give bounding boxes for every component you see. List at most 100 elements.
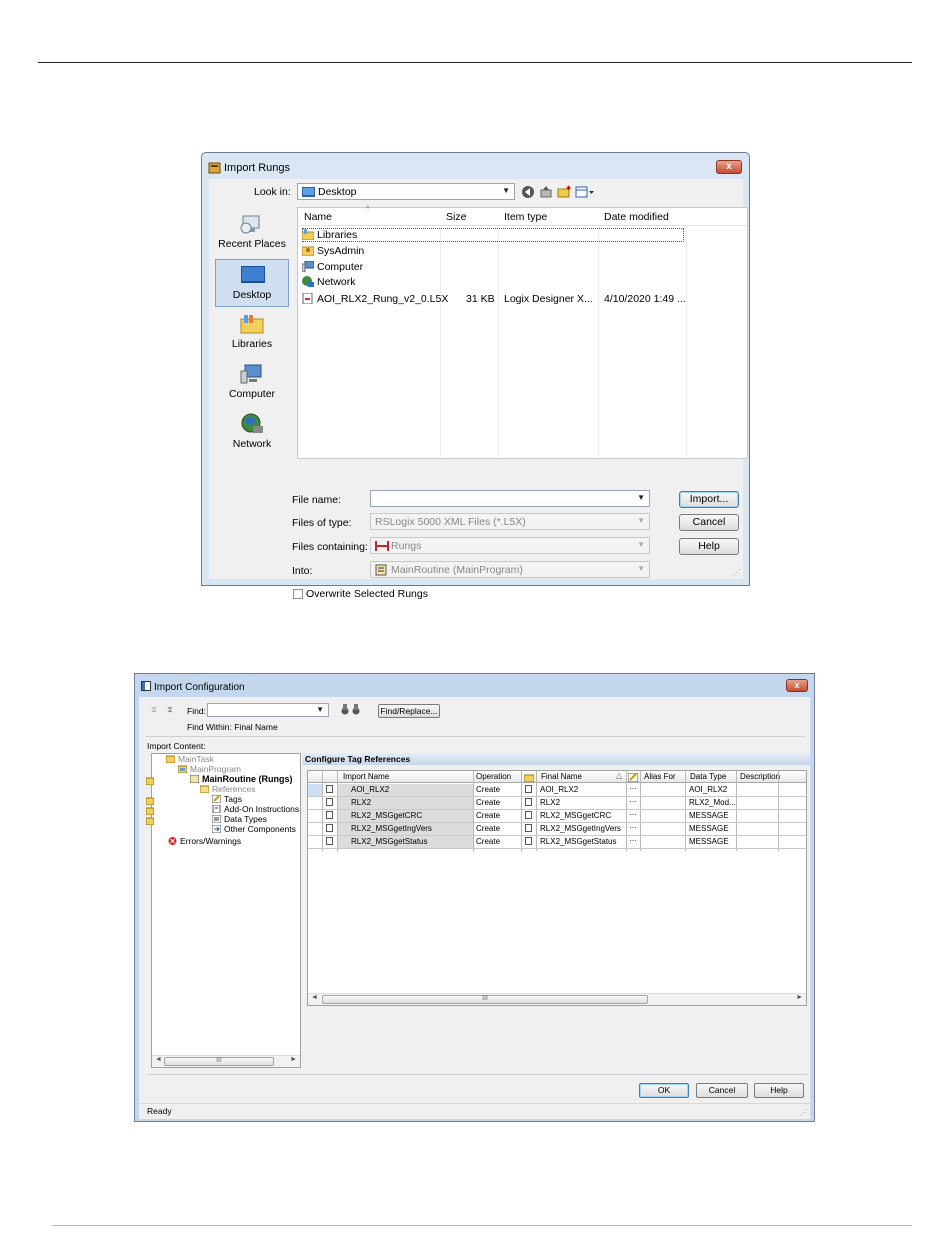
operation-cell[interactable]: Create [473,836,521,848]
into-select[interactable]: MainRoutine (MainProgram) ▼ [370,561,650,578]
alias-for-cell[interactable] [640,836,684,848]
scroll-left-icon[interactable]: ◄ [155,1056,162,1063]
alias-for-cell[interactable] [640,797,684,809]
cancel-button[interactable]: Cancel [696,1083,748,1098]
column-header-size[interactable]: Size [446,211,466,223]
scroll-right-icon[interactable]: ► [290,1056,297,1063]
file-row[interactable]: AOI_RLX2_Rung_v2_0.L5X [302,293,448,308]
tree-node-references[interactable]: References [200,784,255,794]
up-folder-icon[interactable] [539,185,553,199]
place-desktop[interactable]: Desktop [215,259,289,307]
import-button[interactable]: Import... [679,491,739,508]
description-cell[interactable] [737,784,777,796]
ok-button[interactable]: OK [639,1083,689,1098]
column-header-alias-for[interactable]: Alias For [641,771,685,783]
back-icon[interactable] [521,185,535,199]
file-row[interactable]: Computer [302,261,363,276]
tree-horizontal-scrollbar[interactable]: ◄ III ► [152,1055,300,1067]
column-header-operation[interactable]: Operation [473,771,519,783]
scroll-left-icon[interactable]: ◄ [311,994,318,1001]
column-header-name[interactable]: Name [304,211,332,223]
table-row[interactable]: RLX2_MSGgetCRC Create RLX2_MSGgetCRC … M… [308,808,806,823]
description-cell[interactable] [737,836,777,848]
help-button[interactable]: Help [754,1083,804,1098]
find-input[interactable]: ▼ [207,703,329,717]
tree-node-mainroutine[interactable]: MainRoutine (Rungs) [190,774,293,784]
final-name-cell[interactable]: RLX2_MSGgetCRC [537,810,625,822]
browse-ellipsis-icon[interactable]: … [629,808,637,817]
overwrite-checkbox[interactable] [293,589,303,599]
cancel-button[interactable]: Cancel [679,514,739,531]
place-computer[interactable]: Computer [215,359,289,407]
alias-for-cell[interactable] [640,810,684,822]
close-button[interactable]: x [716,160,742,174]
alias-for-cell[interactable] [640,784,684,796]
scroll-thumb[interactable]: III [164,1057,274,1066]
look-in-select[interactable]: Desktop ▼ [297,183,515,200]
find-replace-button[interactable]: Find/Replace... [378,704,440,718]
grid-horizontal-scrollbar[interactable]: ◄ III ► [308,993,806,1005]
row-selector[interactable] [308,784,322,796]
tag-references-grid[interactable]: Import Name Operation Final Name △ Alias… [307,770,807,1006]
tree-node-mainprogram[interactable]: MainProgram [178,764,241,774]
dialog-title: Import Configuration [154,682,245,693]
browse-ellipsis-icon[interactable]: … [629,795,637,804]
final-name-cell[interactable]: RLX2_MSGgetIngVers [537,823,625,835]
tree-node-errors-warnings[interactable]: Errors/Warnings [168,836,241,846]
description-cell[interactable] [737,797,777,809]
import-content-tree[interactable]: MainTask MainProgram MainRoutine (Rungs)… [151,753,301,1068]
focus-rectangle [302,228,684,242]
table-row[interactable]: RLX2 Create RLX2 … RLX2_Mod... [308,795,806,810]
scroll-thumb[interactable]: III [322,995,648,1004]
title-bar[interactable]: Import Rungs x [202,153,749,179]
alias-for-cell[interactable] [640,823,684,835]
close-button[interactable]: x [786,679,808,692]
file-name-input[interactable]: ▼ [370,490,650,507]
column-header-type[interactable]: Item type [504,211,547,223]
next-icon[interactable]: ⧗ [167,704,173,715]
operation-cell[interactable]: Create [473,823,521,835]
tree-node-data-types[interactable]: Data Types [212,814,267,824]
table-row[interactable]: AOI_RLX2 Create AOI_RLX2 … AOI_RLX2 [308,782,806,797]
place-network[interactable]: Network [215,409,289,457]
final-name-cell[interactable]: RLX2_MSGgetStatus [537,836,625,848]
column-header-date[interactable]: Date modified [604,211,669,223]
column-header-final-name[interactable]: Final Name [538,771,624,783]
overwrite-label[interactable]: Overwrite Selected Rungs [306,588,428,600]
final-name-cell[interactable]: AOI_RLX2 [537,784,625,796]
column-header-import-name[interactable]: Import Name [340,771,470,783]
new-folder-icon[interactable]: ✱ [557,185,571,199]
files-containing-select[interactable]: Rungs ▼ [370,537,650,554]
description-cell[interactable] [737,823,777,835]
final-name-cell[interactable]: RLX2 [537,797,625,809]
column-header-description[interactable]: Description [737,771,807,783]
operation-cell[interactable]: Create [473,797,521,809]
browse-ellipsis-icon[interactable]: … [629,782,637,791]
operation-cell[interactable]: Create [473,784,521,796]
tree-node-maintask[interactable]: MainTask [166,754,214,764]
resize-grip-icon[interactable]: ⋰ [733,568,741,577]
file-list[interactable]: Name ^ Size Item type Date modified Libr… [297,206,748,460]
resize-grip-icon[interactable]: ⋰ [800,1108,808,1117]
place-libraries[interactable]: Libraries [215,309,289,357]
help-button[interactable]: Help [679,538,739,555]
tree-node-add-on-instructions[interactable]: Add-On Instructions [212,804,299,814]
place-recent-places[interactable]: Recent Places [215,209,289,257]
file-row[interactable]: SysAdmin [302,245,364,260]
view-menu-icon[interactable] [575,185,595,199]
table-row[interactable]: RLX2_MSGgetIngVers Create RLX2_MSGgetIng… [308,821,806,836]
column-header-data-type[interactable]: Data Type [687,771,737,783]
files-of-type-select[interactable]: RSLogix 5000 XML Files (*.L5X) ▼ [370,513,650,530]
scroll-right-icon[interactable]: ► [796,994,803,1001]
table-row[interactable]: RLX2_MSGgetStatus Create RLX2_MSGgetStat… [308,834,806,849]
prev-icon[interactable]: ⧖ [151,704,157,715]
file-row[interactable]: Libraries [302,229,357,244]
binoculars-icon[interactable] [339,703,363,715]
tree-node-tags[interactable]: Tags [212,794,242,804]
tree-node-other-components[interactable]: Other Components [212,824,296,834]
file-row[interactable]: Network [302,276,356,291]
browse-ellipsis-icon[interactable]: … [629,834,637,843]
description-cell[interactable] [737,810,777,822]
operation-cell[interactable]: Create [473,810,521,822]
browse-ellipsis-icon[interactable]: … [629,821,637,830]
